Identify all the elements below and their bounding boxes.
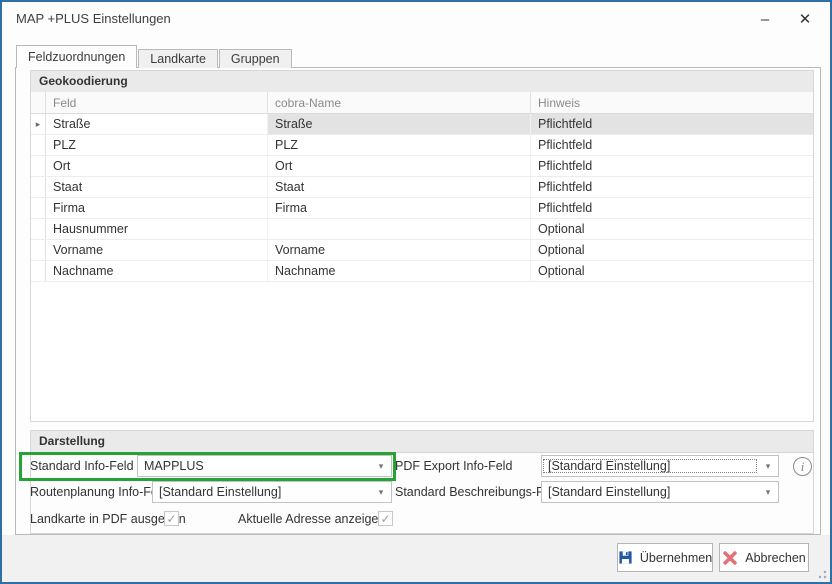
tabstrip: Feldzuordnungen Landkarte Gruppen — [16, 45, 293, 68]
cell-feld[interactable]: Ort — [46, 156, 268, 176]
window-title: MAP +PLUS Einstellungen — [16, 11, 171, 26]
standard-info-feld-dropdown[interactable]: MAPPLUS ▾ — [137, 455, 392, 477]
cell-hinweis: Optional — [531, 261, 813, 281]
titlebar[interactable]: MAP +PLUS Einstellungen – ✕ — [2, 2, 830, 40]
tab-landkarte[interactable]: Landkarte — [138, 49, 218, 68]
aktuelle-adresse-checkbox-label: Aktuelle Adresse anzeigen — [238, 508, 385, 530]
close-icon: ✕ — [799, 10, 812, 28]
row-indicator — [31, 198, 46, 218]
table-row[interactable]: Firma Firma Pflichtfeld — [31, 198, 813, 219]
row-indicator — [31, 261, 46, 281]
settings-dialog: MAP +PLUS Einstellungen – ✕ Feldzuordnun… — [0, 0, 832, 584]
cell-hinweis: Optional — [531, 219, 813, 239]
cell-hinweis: Pflichtfeld — [531, 198, 813, 218]
cell-cobra[interactable]: Staat — [268, 177, 531, 197]
cell-hinweis: Pflichtfeld — [531, 156, 813, 176]
grid-header-cobra-name[interactable]: cobra-Name — [268, 92, 531, 113]
info-icon[interactable]: i — [793, 457, 812, 476]
table-row[interactable]: Nachname Nachname Optional — [31, 261, 813, 282]
chevron-down-icon[interactable]: ▾ — [758, 461, 778, 472]
cancel-button[interactable]: Abbrechen — [719, 543, 809, 572]
standard-info-feld-value: MAPPLUS — [138, 459, 371, 473]
cell-cobra[interactable]: Ort — [268, 156, 531, 176]
apply-button-label: Übernehmen — [640, 551, 712, 565]
close-button[interactable]: ✕ — [788, 6, 822, 32]
row-indicator — [31, 219, 46, 239]
row-indicator — [31, 240, 46, 260]
routenplanung-info-feld-value: [Standard Einstellung] — [153, 485, 371, 499]
table-row[interactable]: ▸ Straße Straße Pflichtfeld — [31, 114, 813, 135]
check-icon: ✓ — [380, 512, 390, 526]
cell-hinweis: Optional — [531, 240, 813, 260]
landkarte-pdf-checkbox-label: Landkarte in PDF ausgeben — [30, 508, 186, 530]
resize-grip[interactable] — [818, 570, 827, 579]
standard-beschreibungs-feld-dropdown[interactable]: [Standard Einstellung] ▾ — [541, 481, 779, 503]
grid-header-hinweis[interactable]: Hinweis — [531, 92, 813, 113]
cell-cobra[interactable]: Straße — [268, 114, 531, 134]
cell-feld[interactable]: PLZ — [46, 135, 268, 155]
standard-beschreibungs-feld-label: Standard Beschreibungs-Feld — [395, 481, 560, 503]
check-icon: ✓ — [166, 512, 176, 526]
tab-gruppen[interactable]: Gruppen — [219, 49, 292, 68]
cell-feld[interactable]: Vorname — [46, 240, 268, 260]
minimize-button[interactable]: – — [748, 6, 782, 32]
cancel-button-label: Abbrechen — [745, 551, 805, 565]
cell-hinweis: Pflichtfeld — [531, 177, 813, 197]
cell-cobra[interactable]: Nachname — [268, 261, 531, 281]
row-indicator — [31, 135, 46, 155]
row-indicator — [31, 177, 46, 197]
cell-cobra[interactable] — [268, 219, 531, 239]
cell-feld[interactable]: Hausnummer — [46, 219, 268, 239]
standard-info-feld-label: Standard Info-Feld — [30, 455, 134, 477]
dialog-footer: Übernehmen Abbrechen — [2, 535, 830, 582]
minimize-icon: – — [761, 11, 769, 28]
cell-feld[interactable]: Firma — [46, 198, 268, 218]
save-icon — [618, 550, 633, 565]
tab-feldzuordnungen[interactable]: Feldzuordnungen — [16, 45, 137, 68]
table-row[interactable]: Ort Ort Pflichtfeld — [31, 156, 813, 177]
apply-button[interactable]: Übernehmen — [617, 543, 713, 572]
landkarte-pdf-checkbox[interactable]: ✓ — [164, 511, 179, 526]
chevron-down-icon[interactable]: ▾ — [758, 487, 778, 498]
grid-header-row: Feld cobra-Name Hinweis — [31, 92, 813, 114]
cell-feld[interactable]: Staat — [46, 177, 268, 197]
cell-cobra[interactable]: PLZ — [268, 135, 531, 155]
grid-header-feld[interactable]: Feld — [46, 92, 268, 113]
pdf-export-info-feld-label: PDF Export Info-Feld — [395, 455, 512, 477]
cell-feld[interactable]: Nachname — [46, 261, 268, 281]
grid-header-indicator — [31, 92, 46, 113]
routenplanung-info-feld-label: Routenplanung Info-Feld — [30, 481, 168, 503]
pdf-export-info-feld-dropdown[interactable]: [Standard Einstellung] ▾ — [541, 455, 779, 477]
routenplanung-info-feld-dropdown[interactable]: [Standard Einstellung] ▾ — [152, 481, 392, 503]
cell-cobra[interactable]: Firma — [268, 198, 531, 218]
cell-hinweis: Pflichtfeld — [531, 135, 813, 155]
darstellung-group-header: Darstellung — [30, 430, 814, 453]
aktuelle-adresse-checkbox[interactable]: ✓ — [378, 511, 393, 526]
table-row[interactable]: Staat Staat Pflichtfeld — [31, 177, 813, 198]
info-icon-glyph: i — [801, 459, 805, 475]
table-row[interactable]: PLZ PLZ Pflichtfeld — [31, 135, 813, 156]
table-row[interactable]: Hausnummer Optional — [31, 219, 813, 240]
row-indicator-icon: ▸ — [31, 114, 46, 134]
chevron-down-icon[interactable]: ▾ — [371, 461, 391, 472]
cell-cobra[interactable]: Vorname — [268, 240, 531, 260]
cancel-x-icon — [722, 550, 738, 566]
cell-feld[interactable]: Straße — [46, 114, 268, 134]
geocoding-grid[interactable]: Feld cobra-Name Hinweis ▸ Straße Straße … — [30, 92, 814, 422]
chevron-down-icon[interactable]: ▾ — [371, 487, 391, 498]
cell-hinweis: Pflichtfeld — [531, 114, 813, 134]
row-indicator — [31, 156, 46, 176]
pdf-export-info-feld-value: [Standard Einstellung] — [542, 458, 758, 474]
geocoding-group-header: Geokoodierung — [30, 70, 814, 93]
standard-beschreibungs-feld-value: [Standard Einstellung] — [542, 485, 758, 499]
table-row[interactable]: Vorname Vorname Optional — [31, 240, 813, 261]
